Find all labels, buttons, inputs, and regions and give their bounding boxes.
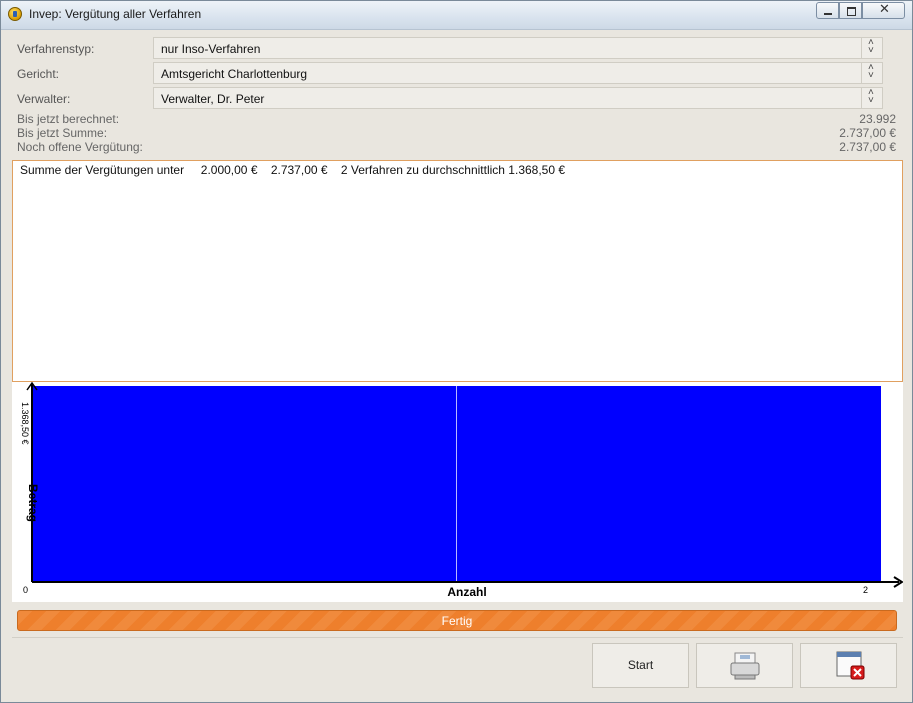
summe-value: 2.737,00 € — [839, 126, 896, 140]
x-start-label: 0 — [23, 585, 28, 595]
spinner-arrows-icon[interactable] — [861, 87, 882, 108]
gericht-select[interactable]: Amtsgericht Charlottenburg — [153, 62, 883, 84]
close-window-icon — [836, 651, 865, 680]
result-line: Summe der Vergütungen unter 2.000,00 € 2… — [20, 163, 566, 177]
verfahrenstyp-label: Verfahrenstyp: — [17, 42, 95, 56]
divider — [12, 637, 903, 638]
title-bar: Invep: Vergütung aller Verfahren ✕ — [1, 1, 912, 30]
start-button-label: Start — [627, 658, 654, 672]
close-button[interactable] — [800, 643, 897, 688]
spinner-arrows-icon[interactable] — [861, 62, 882, 83]
bar — [32, 386, 457, 582]
y-axis-title: Betrag — [26, 484, 40, 522]
close-window-button[interactable]: ✕ — [862, 2, 905, 19]
verfahrenstyp-value: nur Inso-Verfahren — [161, 42, 261, 56]
start-button[interactable]: Start — [592, 643, 689, 688]
printer-icon — [730, 652, 760, 680]
x-axis-title: Anzahl — [447, 585, 486, 599]
bar — [456, 386, 881, 582]
berechnet-label: Bis jetzt berechnet: — [17, 112, 120, 126]
window-title: Invep: Vergütung aller Verfahren — [29, 7, 202, 21]
offen-label: Noch offene Vergütung: — [17, 140, 143, 154]
offen-value: 2.737,00 € — [839, 140, 896, 154]
verwalter-value: Verwalter, Dr. Peter — [161, 92, 265, 106]
y-top-label: 1.368,50 € — [20, 402, 30, 445]
verfahrenstyp-select[interactable]: nur Inso-Verfahren — [153, 37, 883, 59]
verwalter-select[interactable]: Verwalter, Dr. Peter — [153, 87, 883, 109]
gericht-label: Gericht: — [17, 67, 60, 81]
progress-label: Fertig — [441, 614, 473, 628]
bar-chart: 0 2 Anzahl Betrag 1.368,50 € — [20, 382, 903, 599]
berechnet-value: 23.992 — [859, 112, 896, 126]
close-icon: ✕ — [879, 2, 890, 17]
maximize-button[interactable] — [839, 2, 862, 19]
chart-panel: 0 2 Anzahl Betrag 1.368,50 € — [12, 382, 903, 602]
app-icon — [8, 7, 22, 21]
print-button[interactable] — [696, 643, 793, 688]
verwalter-label: Verwalter: — [17, 92, 71, 106]
summe-label: Bis jetzt Summe: — [17, 126, 108, 140]
progress-bar: Fertig — [17, 610, 897, 631]
result-textarea[interactable]: Summe der Vergütungen unter 2.000,00 € 2… — [12, 160, 903, 382]
app-window: Invep: Vergütung aller Verfahren ✕ Verfa… — [0, 0, 913, 703]
spinner-arrows-icon[interactable] — [861, 37, 882, 58]
minimize-button[interactable] — [816, 2, 839, 19]
gericht-value: Amtsgericht Charlottenburg — [161, 67, 308, 81]
x-end-label: 2 — [863, 585, 868, 595]
